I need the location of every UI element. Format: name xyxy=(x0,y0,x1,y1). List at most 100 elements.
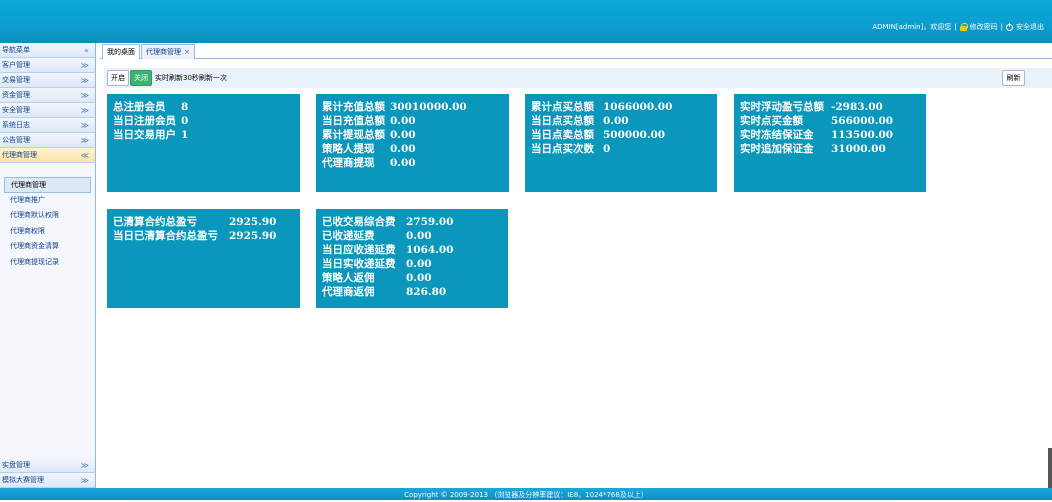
chevron-down-icon: ≫ xyxy=(80,461,89,470)
tab-agent-management[interactable]: 代理商管理 × xyxy=(141,44,195,59)
stat-value: 0.00 xyxy=(406,272,432,284)
sidebar-item-agent-permissions[interactable]: 代理商权限 xyxy=(4,224,91,240)
stat-value: 0.00 xyxy=(390,143,416,155)
sidebar-group-logs[interactable]: 系统日志 ≫ xyxy=(0,118,95,133)
stat-value: 0.00 xyxy=(603,115,629,127)
disable-refresh-button[interactable]: 关闭 xyxy=(130,70,152,86)
stat-card-realtime: 实时浮动盈亏总额 -2983.00 实时点买金额 566000.00 实时冻结保证金… xyxy=(734,94,926,192)
chevron-down-icon: ≫ xyxy=(80,121,89,130)
scrollbar-thumb[interactable] xyxy=(1048,448,1052,488)
stat-row: 累计提现总额 0.00 xyxy=(322,128,509,142)
stat-value: 30010000.00 xyxy=(390,101,467,113)
stat-value: 1 xyxy=(181,129,189,141)
stat-card-settlement: 已清算合约总盈亏 2925.90 当日已清算合约总盈亏 2925.90 xyxy=(107,209,300,308)
stat-label: 实时点买金额 xyxy=(740,115,803,127)
chevron-down-icon: ≫ xyxy=(80,91,89,100)
header-separator: | xyxy=(1000,23,1003,31)
top-header: ADMIN[admin]，欢迎您 | 修改密码 | 安全退出 xyxy=(0,0,1052,43)
sidebar-group-announcements[interactable]: 公告管理 ≫ xyxy=(0,133,95,148)
stat-label: 当日实收递延费 xyxy=(322,258,396,270)
stat-value: 826.80 xyxy=(406,286,447,298)
stat-row: 当日实收递延费 0.00 xyxy=(322,257,508,271)
logout-link[interactable]: 安全退出 xyxy=(1016,22,1044,32)
sidebar-group-contest[interactable]: 模拟大赛管理 ≫ xyxy=(0,473,95,488)
stat-row: 当日交易用户 1 xyxy=(113,128,300,142)
stat-row: 当日已清算合约总盈亏 2925.90 xyxy=(113,229,300,243)
stat-value: 0.00 xyxy=(406,230,432,242)
sidebar-group-live-trading[interactable]: 实盘管理 ≫ xyxy=(0,458,95,473)
stat-row: 总注册会员 8 xyxy=(113,100,300,114)
stat-row: 代理商返佣 826.80 xyxy=(322,285,508,299)
sidebar-group-trading[interactable]: 交易管理 ≫ xyxy=(0,73,95,88)
stat-card-members: 总注册会员 8 当日注册会员 0 当日交易用户 1 xyxy=(107,94,300,192)
chevron-down-icon: ≫ xyxy=(80,61,89,70)
sidebar-item-agent-default-permissions[interactable]: 代理商默认权限 xyxy=(4,208,91,224)
agent-submenu: 代理商管理 代理商推广 代理商默认权限 代理商权限 代理商资金清算 代理商提现记… xyxy=(0,163,95,270)
stat-label: 当日已清算合约总盈亏 xyxy=(113,230,218,242)
stat-card-fees: 已收交易综合费 2759.00 已收递延费 0.00 当日应收递延费 1064.00 … xyxy=(316,209,508,308)
lock-icon xyxy=(959,23,968,31)
sidebar-group-security[interactable]: 安全管理 ≫ xyxy=(0,103,95,118)
stat-label: 累计提现总额 xyxy=(322,129,385,141)
sidebar-item-agent-management[interactable]: 代理商管理 xyxy=(4,177,91,193)
close-icon[interactable]: × xyxy=(184,48,190,56)
stat-value: 0.00 xyxy=(390,129,416,141)
chevron-down-icon: ≫ xyxy=(80,76,89,85)
stat-value: 31000.00 xyxy=(831,143,886,155)
change-password-link[interactable]: 修改密码 xyxy=(970,22,998,32)
stat-value: -2983.00 xyxy=(831,101,883,113)
sidebar-item-agent-settlement[interactable]: 代理商资金清算 xyxy=(4,239,91,255)
stat-label: 累计点买总额 xyxy=(531,101,594,113)
stat-row: 累计充值总额 30010000.00 xyxy=(322,100,509,114)
stat-row: 实时点买金额 566000.00 xyxy=(740,114,926,128)
stat-label: 当日注册会员 xyxy=(113,115,176,127)
stat-label: 当日交易用户 xyxy=(113,129,176,141)
stat-value: 500000.00 xyxy=(603,129,666,141)
stat-value: 0 xyxy=(603,143,611,155)
chevron-up-icon: ≪ xyxy=(80,151,89,160)
enable-refresh-button[interactable]: 开启 xyxy=(107,70,129,86)
collapse-left-icon[interactable]: « xyxy=(84,43,89,58)
stat-card-purchases: 累计点买总额 1066000.00 当日点买总额 0.00 当日点卖总额 500000… xyxy=(525,94,717,192)
stat-row: 已收交易综合费 2759.00 xyxy=(322,215,508,229)
sidebar-group-funds[interactable]: 资金管理 ≫ xyxy=(0,88,95,103)
stat-row: 策略人提现 0.00 xyxy=(322,142,509,156)
sidebar-group-agents[interactable]: 代理商管理 ≪ xyxy=(0,148,95,163)
refresh-toolbar: 开启 关闭 实时刷新30秒刷新一次 刷新 xyxy=(104,68,1052,88)
stat-label: 策略人提现 xyxy=(322,143,375,155)
stat-row: 累计点买总额 1066000.00 xyxy=(531,100,717,114)
stat-label: 已收交易综合费 xyxy=(322,216,396,228)
footer-copyright: Copyright © 2009-2013 （浏览器及分辨率建议：IE8，102… xyxy=(0,488,1052,500)
stat-label: 当日应收递延费 xyxy=(322,244,396,256)
sidebar-title: 导航菜单 « xyxy=(0,43,95,58)
sidebar-item-agent-promotion[interactable]: 代理商推广 xyxy=(4,193,91,209)
stat-value: 566000.00 xyxy=(831,115,894,127)
refresh-button[interactable]: 刷新 xyxy=(1002,70,1025,86)
tab-my-desktop[interactable]: 我的桌面 xyxy=(102,44,140,59)
stat-label: 已收递延费 xyxy=(322,230,375,242)
stat-label: 实时浮动盈亏总额 xyxy=(740,101,824,113)
tab-bar: 我的桌面 代理商管理 × xyxy=(100,43,1052,59)
stat-row: 已清算合约总盈亏 2925.90 xyxy=(113,215,300,229)
stat-label: 总注册会员 xyxy=(113,101,166,113)
stat-card-deposits: 累计充值总额 30010000.00 当日充值总额 0.00 累计提现总额 0.00 … xyxy=(316,94,509,192)
stat-label: 当日点买次数 xyxy=(531,143,594,155)
stat-row: 已收递延费 0.00 xyxy=(322,229,508,243)
chevron-down-icon: ≫ xyxy=(80,106,89,115)
stat-value: 8 xyxy=(181,101,189,113)
stat-value: 0.00 xyxy=(406,258,432,270)
stat-label: 当日点卖总额 xyxy=(531,129,594,141)
sidebar-group-customers[interactable]: 客户管理 ≫ xyxy=(0,58,95,73)
sidebar-bottom-groups: 实盘管理 ≫ 模拟大赛管理 ≫ xyxy=(0,458,95,488)
stat-row: 实时追加保证金 31000.00 xyxy=(740,142,926,156)
welcome-text: ADMIN[admin]，欢迎您 xyxy=(872,23,952,31)
stat-row: 实时浮动盈亏总额 -2983.00 xyxy=(740,100,926,114)
power-icon xyxy=(1006,22,1013,31)
stat-row: 当日应收递延费 1064.00 xyxy=(322,243,508,257)
stat-label: 策略人返佣 xyxy=(322,272,375,284)
stat-row: 当日点买次数 0 xyxy=(531,142,717,156)
header-separator: | xyxy=(954,23,957,31)
stat-value: 2759.00 xyxy=(406,216,454,228)
stat-value: 0 xyxy=(181,115,189,127)
sidebar-item-agent-withdrawals[interactable]: 代理商提现记录 xyxy=(4,255,91,271)
